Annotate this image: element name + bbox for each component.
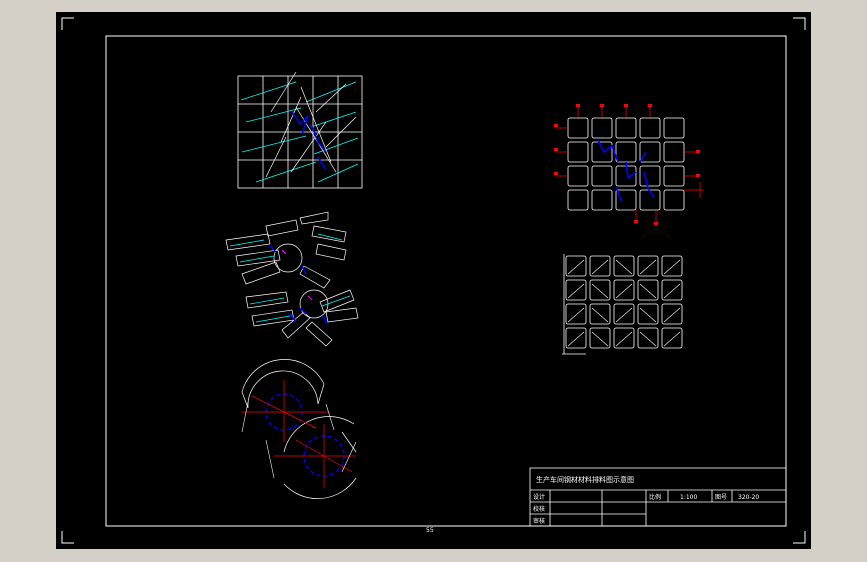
title-block-approver-label: 审核	[533, 517, 545, 525]
corner-mark-bottom-left	[61, 531, 74, 544]
title-block-designer-label: 设计	[533, 493, 545, 501]
cad-drawing-canvas[interactable]: 生产车间钢材材料排料图示意图 设计 校核 审核 比例 1:100 图号 320-…	[56, 12, 811, 549]
title-block-checker-label: 校核	[533, 505, 545, 513]
radial-pattern-middle-left	[225, 211, 359, 347]
corner-mark-top-left	[61, 17, 74, 30]
title-block-scale-label: 比例	[649, 493, 661, 501]
title-block-drawing-no-value: 320-20	[738, 494, 759, 501]
dimensioned-grid-top-right	[554, 104, 704, 225]
footer-mark: 55	[426, 527, 434, 534]
title-block-scale-value: 1:100	[680, 494, 697, 501]
corner-mark-top-right	[793, 17, 806, 30]
title-block-drawing-no-label: 图号	[715, 494, 727, 501]
title-block: 生产车间钢材材料排料图示意图 设计 校核 审核 比例 1:100 图号 320-…	[529, 467, 787, 527]
piece-grid-bottom-right	[562, 254, 683, 355]
corner-mark-bottom-right	[793, 531, 806, 544]
cad-drawing-svg: 生产车间钢材材料排料图示意图 设计 校核 审核 比例 1:100 图号 320-…	[61, 17, 806, 544]
ring-pattern-bottom-left	[241, 359, 357, 499]
drawing-frame	[105, 35, 787, 527]
nesting-grid-top-left	[237, 71, 363, 189]
title-block-title: 生产车间钢材材料排料图示意图	[536, 475, 634, 484]
